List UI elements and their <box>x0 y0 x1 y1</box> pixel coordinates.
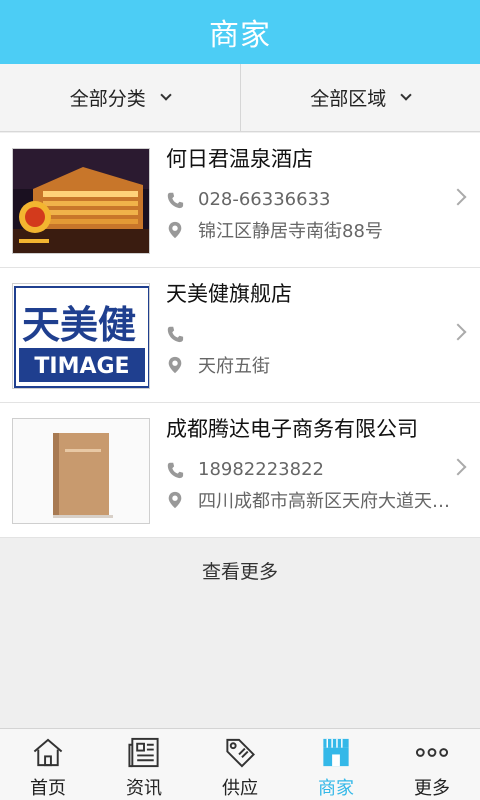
phone-icon <box>167 462 184 478</box>
logo-text-cn: 天美健 <box>22 303 136 347</box>
tab-merchants[interactable]: 商家 <box>288 729 384 800</box>
merchant-phone: 18982223822 <box>198 459 324 480</box>
phone-icon <box>167 326 184 343</box>
tab-label: 商家 <box>318 778 354 799</box>
timage-logo: 天美健 TIMAGE <box>13 284 149 388</box>
category-filter[interactable]: 全部分类 <box>0 64 240 131</box>
region-filter[interactable]: 全部区域 <box>239 64 480 131</box>
chevron-down-icon <box>160 88 172 101</box>
merchant-address: 四川成都市高新区天府大道天… <box>198 491 450 512</box>
tab-supply[interactable]: 供应 <box>192 729 288 800</box>
merchant-address: 锦江区静居寺南街88号 <box>198 221 383 242</box>
store-icon <box>323 738 349 767</box>
location-pin-icon <box>168 491 182 509</box>
merchant-item[interactable]: 天美健 TIMAGE 天美健旗舰店 天府五街 <box>0 268 480 403</box>
merchant-address-row: 天府五街 <box>166 352 456 378</box>
chevron-down-icon <box>400 88 412 101</box>
merchant-item[interactable]: 成都腾达电子商务有限公司 18982223822 四川成都市高新区天府大道天… <box>0 403 480 538</box>
page-title: 商家 <box>209 18 271 53</box>
load-more-button[interactable]: 查看更多 <box>0 540 480 600</box>
merchant-name: 何日君温泉酒店 <box>166 147 313 171</box>
news-icon <box>128 737 159 768</box>
logo-text-en: TIMAGE <box>34 354 129 379</box>
tab-home[interactable]: 首页 <box>0 729 96 800</box>
merchant-phone-row <box>166 324 456 344</box>
merchant-phone: 028-66336633 <box>198 189 331 210</box>
merchant-phone-row: 18982223822 <box>166 459 456 480</box>
location-pin-icon <box>168 221 182 239</box>
tab-label: 首页 <box>30 778 66 799</box>
region-filter-label: 全部区域 <box>310 88 387 110</box>
merchant-address: 天府五街 <box>198 356 270 377</box>
tag-icon <box>226 738 255 768</box>
merchant-thumbnail <box>12 418 150 524</box>
filter-bar: 全部分类 全部区域 <box>0 64 480 132</box>
hotel-photo <box>13 149 149 253</box>
tab-label: 更多 <box>414 778 450 799</box>
merchant-thumbnail <box>12 148 150 254</box>
merchant-address-row: 锦江区静居寺南街88号 <box>166 217 456 243</box>
bottom-tab-bar: 首页 资讯 供应 商家 更多 <box>0 728 480 800</box>
location-pin-icon <box>168 356 182 374</box>
home-icon <box>33 738 63 767</box>
merchant-item[interactable]: 何日君温泉酒店 028-66336633 锦江区静居寺南街88号 <box>0 133 480 268</box>
merchant-name: 天美健旗舰店 <box>166 282 292 306</box>
phone-icon <box>167 192 184 208</box>
merchant-thumbnail: 天美健 TIMAGE <box>12 283 150 389</box>
merchant-name: 成都腾达电子商务有限公司 <box>166 417 418 441</box>
tab-label: 供应 <box>222 778 258 799</box>
top-bar: 商家 <box>0 0 480 64</box>
merchant-address-row: 四川成都市高新区天府大道天… <box>166 487 456 513</box>
more-icon <box>415 748 449 757</box>
tab-more[interactable]: 更多 <box>384 729 480 800</box>
merchant-list: 何日君温泉酒店 028-66336633 锦江区静居寺南街88号 天美健 TIM… <box>0 133 480 538</box>
category-filter-label: 全部分类 <box>69 88 146 110</box>
box-photo <box>13 419 149 523</box>
tab-label: 资讯 <box>126 778 162 799</box>
merchant-phone-row: 028-66336633 <box>166 189 456 210</box>
tab-news[interactable]: 资讯 <box>96 729 192 800</box>
